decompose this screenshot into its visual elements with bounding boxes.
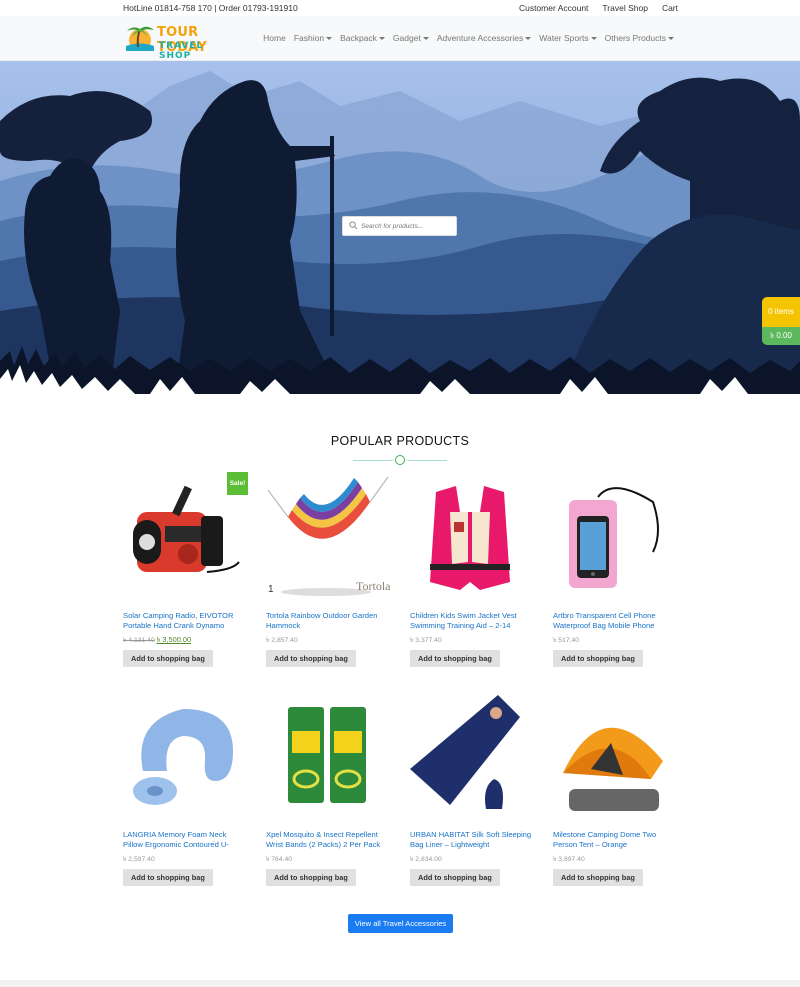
sale-price: ৳ 3,500.00 xyxy=(156,635,192,644)
section-title: POPULAR PRODUCTS xyxy=(330,434,470,448)
dome-tent-image[interactable] xyxy=(553,691,673,819)
product-price: ৳ 2,834.00 xyxy=(410,856,442,863)
product-price: ৳ 3,377.40 xyxy=(410,637,442,644)
nav-adventure-accessories[interactable]: Adventure Accessories xyxy=(437,33,532,43)
chevron-down-icon xyxy=(422,37,429,41)
nav-home[interactable]: Home xyxy=(263,33,286,43)
product-name-link[interactable]: Xpel Mosquito & Insect Repellent Wrist B… xyxy=(266,830,390,850)
cart-total[interactable]: ৳ 0.00 xyxy=(762,327,800,345)
cart-link[interactable]: Cart xyxy=(662,3,678,13)
divider-circle-icon xyxy=(395,455,405,465)
section-divider xyxy=(353,454,447,466)
main-menu: Home Fashion Backpack Gadget Adventure A… xyxy=(263,33,674,43)
add-to-bag-button[interactable]: Add to shopping bag xyxy=(123,869,213,886)
waterproof-phone-bag-image[interactable] xyxy=(553,472,673,600)
chevron-down-icon xyxy=(590,37,597,41)
product-price: ৳ 4,131.40 ৳ 3,500.00 xyxy=(123,634,191,647)
sale-badge: Sale! xyxy=(227,472,248,495)
add-to-bag-button[interactable]: Add to shopping bag xyxy=(266,650,356,667)
logo-subtitle: TRAVEL SHOP xyxy=(159,41,204,61)
hand-crank-radio-image[interactable] xyxy=(123,472,243,600)
life-jacket-image[interactable] xyxy=(410,472,530,600)
add-to-bag-button[interactable]: Add to shopping bag xyxy=(410,650,500,667)
svg-text:1: 1 xyxy=(268,584,274,595)
nav-gadget[interactable]: Gadget xyxy=(393,33,429,43)
add-to-bag-button[interactable]: Add to shopping bag xyxy=(266,869,356,886)
chevron-down-icon xyxy=(378,37,385,41)
product-price: ৳ 2,597.40 xyxy=(123,856,155,863)
chevron-down-icon xyxy=(525,37,532,41)
product-name-link[interactable]: Tortola Rainbow Outdoor Garden Hammock xyxy=(266,611,390,631)
product-name-link[interactable]: URBAN HABITAT Silk Soft Sleeping Bag Lin… xyxy=(410,830,534,850)
travel-shop-link[interactable]: Travel Shop xyxy=(602,3,648,13)
search-input[interactable] xyxy=(361,219,453,233)
add-to-bag-button[interactable]: Add to shopping bag xyxy=(123,650,213,667)
chevron-down-icon xyxy=(326,37,333,41)
old-price: ৳ 4,131.40 xyxy=(123,637,155,644)
svg-text:Tortola: Tortola xyxy=(356,579,390,593)
view-all-button[interactable]: View all Travel Accessories xyxy=(348,914,453,933)
hotline-text: HotLine 01814-758 170 | Order 01793-1919… xyxy=(123,3,298,13)
main-navbar: TOUR TODAY TRAVEL SHOP Home Fashion Back… xyxy=(0,16,800,61)
add-to-bag-button[interactable]: Add to shopping bag xyxy=(553,869,643,886)
product-price: ৳ 2,857.40 xyxy=(266,637,298,644)
add-to-bag-button[interactable]: Add to shopping bag xyxy=(553,650,643,667)
nav-others-products[interactable]: Others Products xyxy=(605,33,674,43)
site-logo[interactable]: TOUR TODAY TRAVEL SHOP xyxy=(123,21,233,61)
floating-cart-widget[interactable]: 0 items ৳ 0.00 xyxy=(762,297,800,345)
cart-items-count[interactable]: 0 items xyxy=(762,297,800,327)
nav-backpack[interactable]: Backpack xyxy=(340,33,385,43)
product-price: ৳ 3,897.40 xyxy=(553,856,585,863)
add-to-bag-button[interactable]: Add to shopping bag xyxy=(410,869,500,886)
footer-strip xyxy=(0,980,800,987)
neck-pillow-image[interactable] xyxy=(123,691,243,819)
product-name-link[interactable]: Artbro Transparent Cell Phone Waterproof… xyxy=(553,611,677,631)
sleeping-bag-liner-image[interactable] xyxy=(410,691,530,819)
nav-water-sports[interactable]: Water Sports xyxy=(539,33,597,43)
product-search-box[interactable] xyxy=(342,216,457,236)
product-price: ৳ 517.40 xyxy=(553,637,580,644)
search-icon xyxy=(349,221,358,230)
product-name-link[interactable]: Milestone Camping Dome Two Person Tent –… xyxy=(553,830,677,850)
top-links: Customer Account Travel Shop Cart xyxy=(519,3,678,13)
product-price: ৳ 764.40 xyxy=(266,856,293,863)
nav-fashion[interactable]: Fashion xyxy=(294,33,333,43)
product-name-link[interactable]: LANGRIA Memory Foam Neck Pillow Ergonomi… xyxy=(123,830,247,850)
top-bar: HotLine 01814-758 170 | Order 01793-1919… xyxy=(0,0,800,16)
product-name-link[interactable]: Solar Camping Radio, EIVOTOR Portable Ha… xyxy=(123,611,247,631)
hammock-image[interactable]: 1 Tortola xyxy=(266,472,391,600)
mosquito-wristband-image[interactable] xyxy=(266,691,386,819)
product-name-link[interactable]: Children Kids Swim Jacket Vest Swimming … xyxy=(410,611,534,631)
customer-account-link[interactable]: Customer Account xyxy=(519,3,588,13)
chevron-down-icon xyxy=(668,37,674,41)
hero-banner: 0 items ৳ 0.00 xyxy=(0,61,800,394)
palm-tree-logo-icon xyxy=(126,26,154,51)
